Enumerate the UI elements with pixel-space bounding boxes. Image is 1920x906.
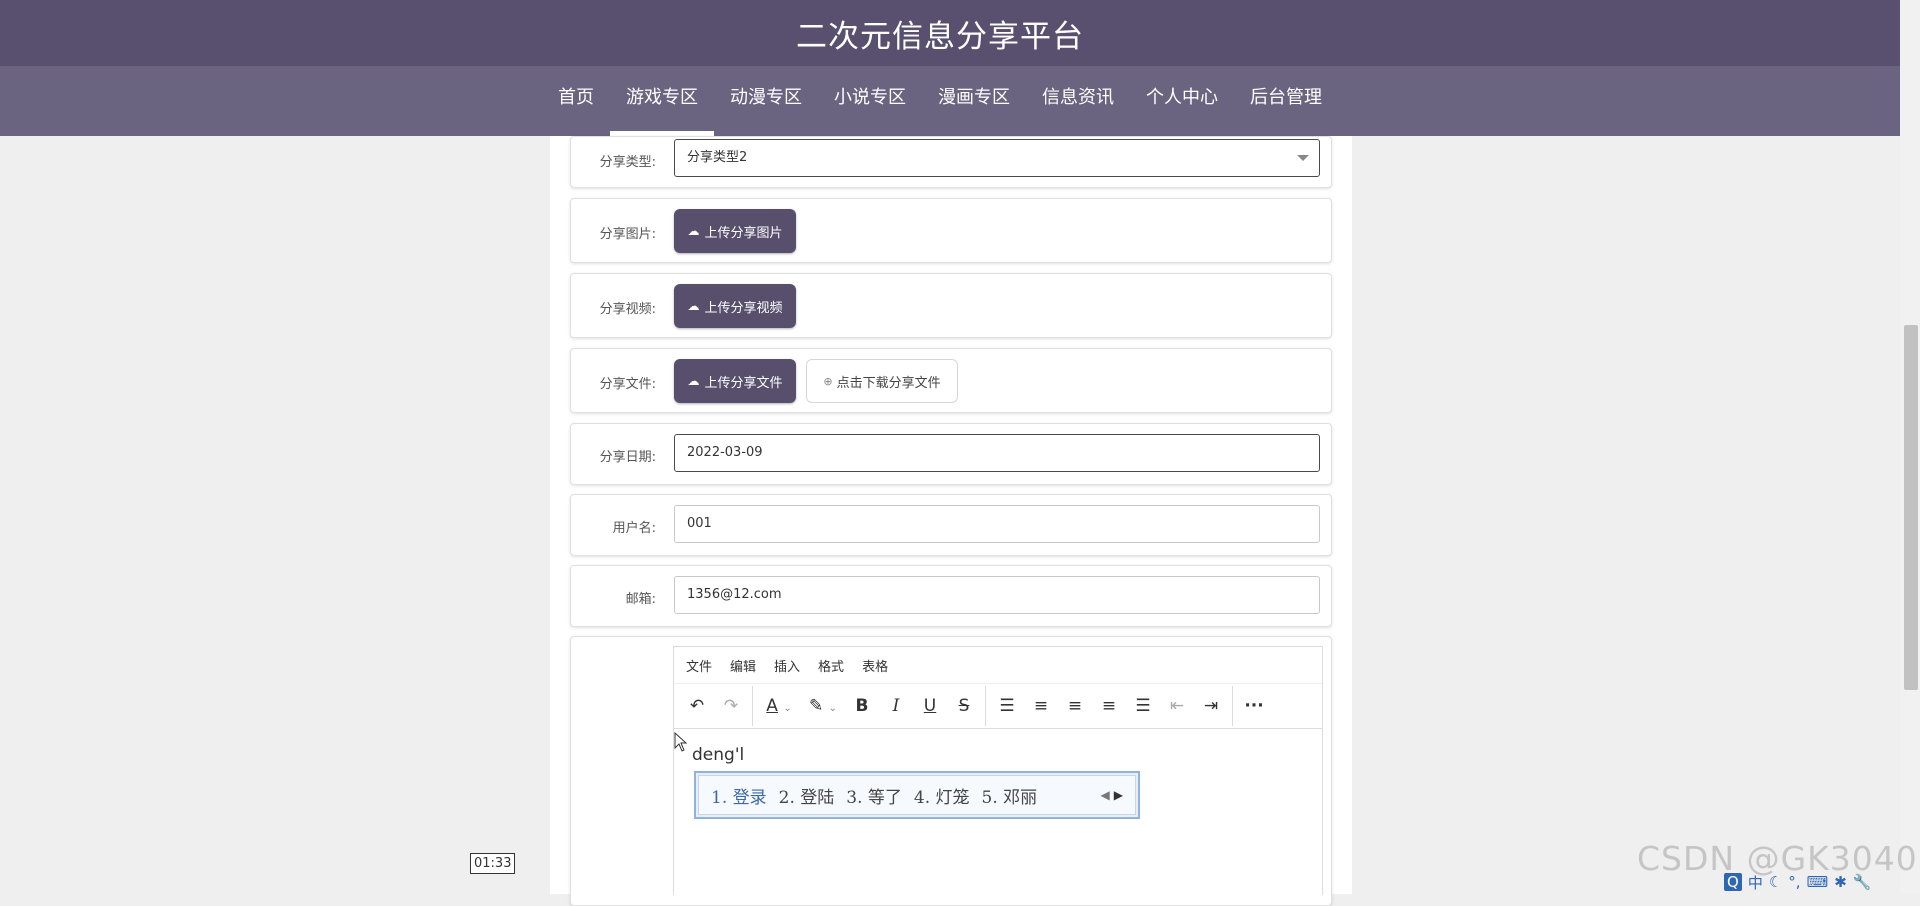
underline-icon[interactable]: U xyxy=(913,696,947,716)
toolbar-divider xyxy=(1232,686,1233,726)
mouse-cursor-icon xyxy=(674,731,688,756)
video-timer: 01:33 xyxy=(470,853,516,874)
nav-item-novels[interactable]: 小说专区 xyxy=(818,66,922,136)
scrollbar[interactable] xyxy=(1900,0,1920,894)
system-tray: Q 中 ☾ °, ⌨ ✱ 🔧 xyxy=(1724,870,1877,894)
site-title: 二次元信息分享平台 xyxy=(796,18,1084,55)
menu-edit[interactable]: 编辑 xyxy=(730,656,756,675)
settings-icon[interactable]: ✱ xyxy=(1834,873,1847,891)
punctuation-icon[interactable]: °, xyxy=(1788,873,1800,891)
ime-logo-icon[interactable]: Q xyxy=(1724,873,1742,891)
share-type-value: 分享类型2 xyxy=(687,150,748,165)
share-file-label: 分享文件: xyxy=(599,377,656,392)
ime-page-arrows[interactable]: ◀ ▶ xyxy=(1101,788,1123,802)
share-video-row: 分享视频: ☁ 上传分享视频 xyxy=(570,273,1332,338)
align-right-icon[interactable]: ≡ xyxy=(1092,696,1126,716)
editor-toolbar: ↶ ↷ A ⌄ ✎ ⌄ B I U S ☰ ≡ ≡ ≡ ☰ ⇤ ⇥ ··· xyxy=(674,684,1322,729)
align-center-icon[interactable]: ≡ xyxy=(1058,696,1092,716)
upload-video-button[interactable]: ☁ 上传分享视频 xyxy=(674,284,796,328)
ime-candidate[interactable]: 1. 登录 xyxy=(711,783,767,808)
nav-item-news[interactable]: 信息资讯 xyxy=(1026,66,1130,136)
ime-candidate[interactable]: 5. 邓丽 xyxy=(982,783,1038,808)
indent-icon[interactable]: ⇥ xyxy=(1194,696,1228,716)
toolbar-divider xyxy=(985,686,986,726)
text-color-icon[interactable]: A ⌄ xyxy=(757,696,801,716)
nav-item-comics[interactable]: 漫画专区 xyxy=(922,66,1026,136)
email-input[interactable]: 1356@12.com xyxy=(674,576,1320,614)
nav-item-home[interactable]: 首页 xyxy=(542,66,610,136)
share-type-select[interactable]: 分享类型2 xyxy=(674,139,1320,177)
share-date-label: 分享日期: xyxy=(599,450,656,465)
email-label: 邮箱: xyxy=(625,592,656,607)
nav-item-games[interactable]: 游戏专区 xyxy=(610,66,714,136)
ime-candidate-window: 1. 登录 2. 登陆 3. 等了 4. 灯笼 5. 邓丽 ◀ ▶ xyxy=(694,771,1140,819)
align-justify-icon[interactable]: ☰ xyxy=(1126,696,1160,716)
nav-item-profile[interactable]: 个人中心 xyxy=(1130,66,1234,136)
line-height-icon[interactable]: ☰ xyxy=(990,696,1024,716)
toolbar-divider xyxy=(752,686,753,726)
site-header: 二次元信息分享平台 xyxy=(0,0,1900,66)
share-type-row: 分享类型: 分享类型2 xyxy=(570,136,1332,188)
editor-menubar: 文件 编辑 插入 格式 表格 xyxy=(674,647,1322,684)
upload-video-label: 上传分享视频 xyxy=(704,300,783,316)
share-image-row: 分享图片: ☁ 上传分享图片 xyxy=(570,198,1332,263)
upload-file-button[interactable]: ☁ 上传分享文件 xyxy=(674,359,796,403)
username-label: 用户名: xyxy=(612,521,656,536)
share-video-label: 分享视频: xyxy=(599,302,656,317)
share-date-input[interactable]: 2022-03-09 xyxy=(674,434,1320,472)
cloud-upload-icon: ☁ xyxy=(687,374,700,388)
share-image-label: 分享图片: xyxy=(599,227,656,242)
menu-insert[interactable]: 插入 xyxy=(774,656,800,675)
email-row: 邮箱: 1356@12.com xyxy=(570,565,1332,627)
bold-icon[interactable]: B xyxy=(845,696,879,716)
wrench-icon[interactable]: 🔧 xyxy=(1853,873,1872,891)
italic-icon[interactable]: I xyxy=(879,696,913,716)
undo-icon[interactable]: ↶ xyxy=(680,696,714,716)
nav-item-admin[interactable]: 后台管理 xyxy=(1234,66,1338,136)
align-left-icon[interactable]: ≡ xyxy=(1024,696,1058,716)
strikethrough-icon[interactable]: S xyxy=(947,696,981,716)
menu-format[interactable]: 格式 xyxy=(818,656,844,675)
share-date-row: 分享日期: 2022-03-09 xyxy=(570,423,1332,485)
nav-item-anime[interactable]: 动漫专区 xyxy=(714,66,818,136)
chevron-down-icon xyxy=(1297,155,1309,161)
upload-file-label: 上传分享文件 xyxy=(704,375,783,391)
outdent-icon[interactable]: ⇤ xyxy=(1160,696,1194,716)
editor-content[interactable]: deng'l xyxy=(692,745,744,765)
download-icon: ⊕ xyxy=(823,374,833,388)
menu-table[interactable]: 表格 xyxy=(862,656,888,675)
cloud-upload-icon: ☁ xyxy=(687,224,700,238)
download-file-button[interactable]: ⊕ 点击下载分享文件 xyxy=(806,359,958,403)
moon-icon[interactable]: ☾ xyxy=(1769,873,1782,891)
share-file-row: 分享文件: ☁ 上传分享文件 ⊕ 点击下载分享文件 xyxy=(570,348,1332,413)
username-input[interactable]: 001 xyxy=(674,505,1320,543)
scrollbar-thumb[interactable] xyxy=(1904,325,1918,690)
share-type-label: 分享类型: xyxy=(599,155,656,170)
main-nav: 首页 游戏专区 动漫专区 小说专区 漫画专区 信息资讯 个人中心 后台管理 xyxy=(0,66,1900,136)
keyboard-icon[interactable]: ⌨ xyxy=(1807,873,1829,891)
upload-image-button[interactable]: ☁ 上传分享图片 xyxy=(674,209,796,253)
cloud-upload-icon: ☁ xyxy=(687,299,700,313)
redo-icon[interactable]: ↷ xyxy=(714,696,748,716)
username-row: 用户名: 001 xyxy=(570,494,1332,556)
ime-candidate[interactable]: 2. 登陆 xyxy=(779,783,835,808)
ime-candidate[interactable]: 4. 灯笼 xyxy=(914,783,970,808)
highlight-color-icon[interactable]: ✎ ⌄ xyxy=(801,696,845,716)
upload-image-label: 上传分享图片 xyxy=(704,225,783,241)
menu-file[interactable]: 文件 xyxy=(686,656,712,675)
more-icon[interactable]: ··· xyxy=(1237,696,1271,716)
ime-lang-indicator[interactable]: 中 xyxy=(1748,872,1763,893)
download-file-label: 点击下载分享文件 xyxy=(836,375,941,391)
ime-candidate[interactable]: 3. 等了 xyxy=(846,783,902,808)
